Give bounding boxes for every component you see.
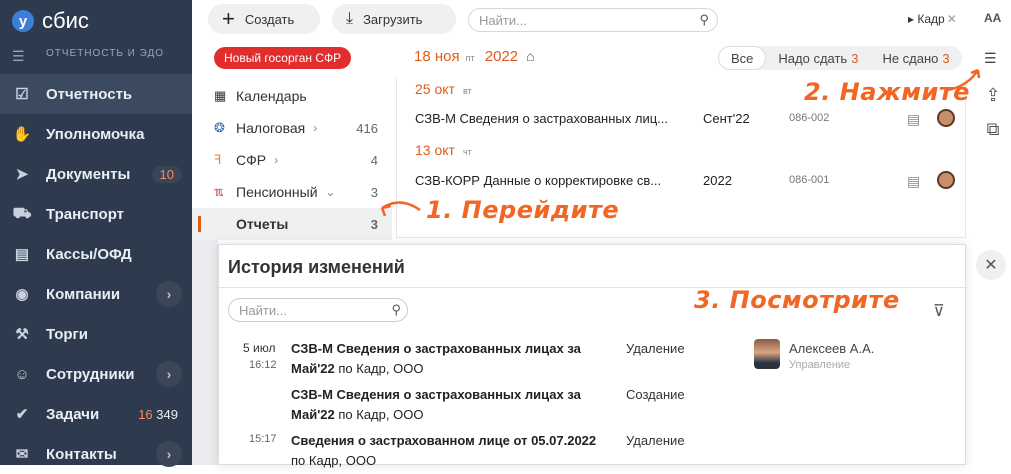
- history-doc: СЗВ-М Сведения о застрахованных лицах за…: [291, 387, 581, 422]
- search-icon[interactable]: ⚲: [391, 302, 401, 318]
- annotation-step-3: 3. Посмотрите: [694, 286, 900, 314]
- dialog-title: История изменений: [228, 257, 405, 277]
- history-doc: Сведения о застрахованном лице от 05.07.…: [291, 433, 597, 468]
- history-doc: СЗВ-М Сведения о застрахованных лицах за…: [291, 341, 581, 376]
- dialog-search-input[interactable]: Найти... ⚲: [228, 298, 408, 322]
- close-icon: ✕: [984, 257, 998, 274]
- background-panel: [192, 240, 218, 465]
- history-dialog: История изменений Найти... ⚲ ⊽ 5 июл 16:1…: [218, 244, 967, 468]
- avatar: [754, 339, 780, 369]
- close-dialog-button[interactable]: ✕: [976, 250, 1006, 280]
- filter-icon[interactable]: ⊽: [933, 301, 945, 321]
